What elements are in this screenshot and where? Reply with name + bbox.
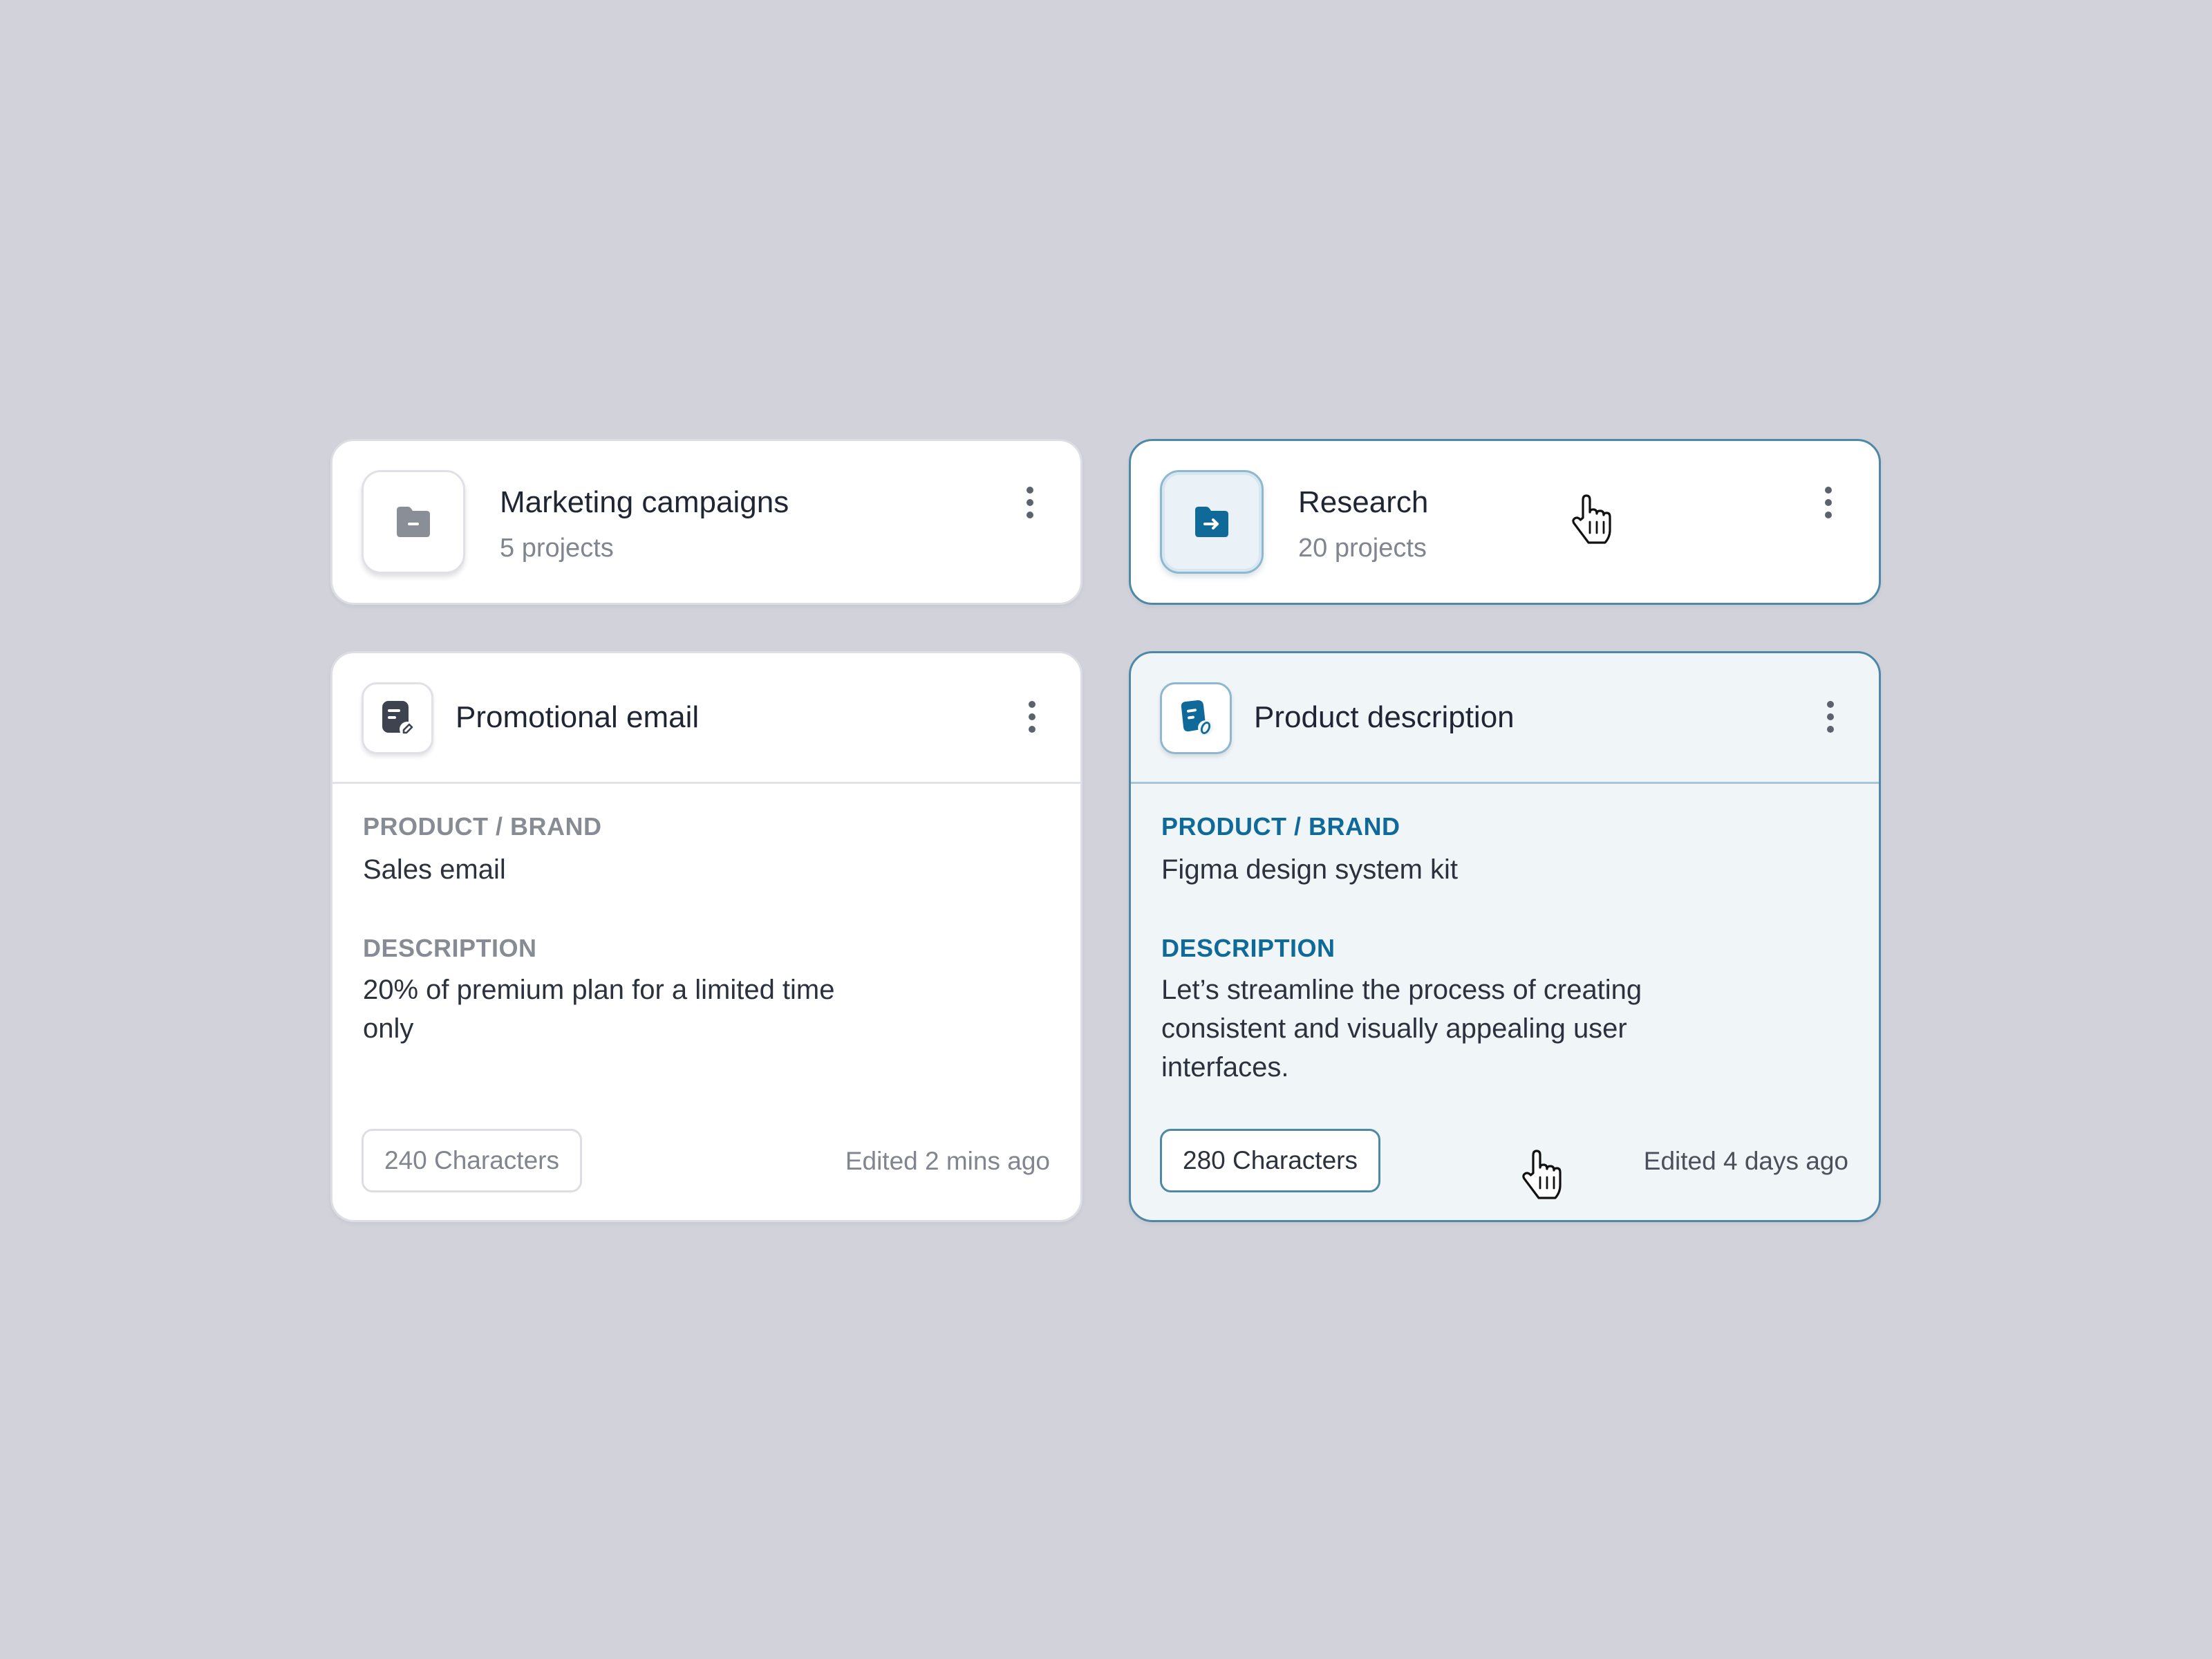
description-value: Let’s streamline the process of creating… — [1161, 975, 1642, 1082]
more-vertical-icon — [1827, 701, 1834, 708]
product-brand-label: PRODUCT / BRAND — [1161, 812, 1400, 841]
product-brand-value: Figma design system kit — [1161, 854, 1459, 885]
folder-title: Research — [1298, 485, 1429, 519]
card-header: Promotional email — [332, 653, 1080, 784]
more-options-button[interactable] — [1018, 693, 1046, 741]
more-options-button[interactable] — [1815, 478, 1842, 527]
description-value: 20% of premium plan for a limited time o… — [363, 975, 835, 1044]
dot — [1027, 499, 1033, 506]
folder-card-research[interactable]: Research 20 projects — [1129, 439, 1881, 605]
more-vertical-icon — [1027, 487, 1033, 494]
dot — [1827, 713, 1834, 720]
folder-icon-button[interactable] — [362, 470, 465, 574]
document-title: Promotional email — [456, 700, 700, 734]
folder-project-count: 20 projects — [1298, 534, 1427, 563]
folder-arrow-icon — [1195, 507, 1228, 537]
product-brand-value: Sales email — [363, 854, 506, 885]
hand-pointer-icon — [1572, 494, 1611, 544]
character-count-badge: 280 Characters — [1160, 1129, 1380, 1192]
document-card-product-description[interactable]: Product description PRODUCT / BRAND Figm… — [1129, 651, 1881, 1222]
description-label: DESCRIPTION — [1161, 934, 1335, 962]
folder-minus-icon — [397, 507, 430, 537]
card-header: Product description — [1131, 653, 1879, 784]
document-icon-button[interactable] — [362, 682, 433, 754]
product-brand-label: PRODUCT / BRAND — [363, 812, 602, 841]
dot — [1827, 726, 1834, 733]
document-title: Product description — [1254, 700, 1515, 734]
dot — [1825, 499, 1832, 506]
tag-document-icon — [1181, 700, 1213, 735]
document-icon-button[interactable] — [1160, 682, 1232, 754]
more-options-button[interactable] — [1817, 693, 1844, 741]
dot — [1029, 726, 1035, 733]
dot — [1825, 512, 1832, 518]
dot — [1027, 512, 1033, 518]
character-count-badge: 240 Characters — [362, 1129, 582, 1192]
more-vertical-icon — [1029, 701, 1035, 708]
folder-card-marketing-campaigns[interactable]: Marketing campaigns 5 projects — [330, 439, 1082, 605]
dot — [1029, 713, 1035, 720]
edited-timestamp: Edited 4 days ago — [1643, 1147, 1848, 1175]
description-label: DESCRIPTION — [363, 934, 537, 962]
hand-pointer-icon — [1522, 1150, 1562, 1199]
document-edit-icon — [382, 701, 415, 737]
edited-timestamp: Edited 2 mins ago — [845, 1147, 1050, 1175]
folder-title: Marketing campaigns — [500, 485, 789, 519]
folder-icon-button[interactable] — [1160, 470, 1264, 574]
more-vertical-icon — [1825, 487, 1832, 494]
folder-project-count: 5 projects — [500, 534, 614, 563]
more-options-button[interactable] — [1016, 478, 1044, 527]
document-card-promotional-email[interactable]: Promotional email PRODUCT / BRAND Sales … — [330, 651, 1082, 1222]
